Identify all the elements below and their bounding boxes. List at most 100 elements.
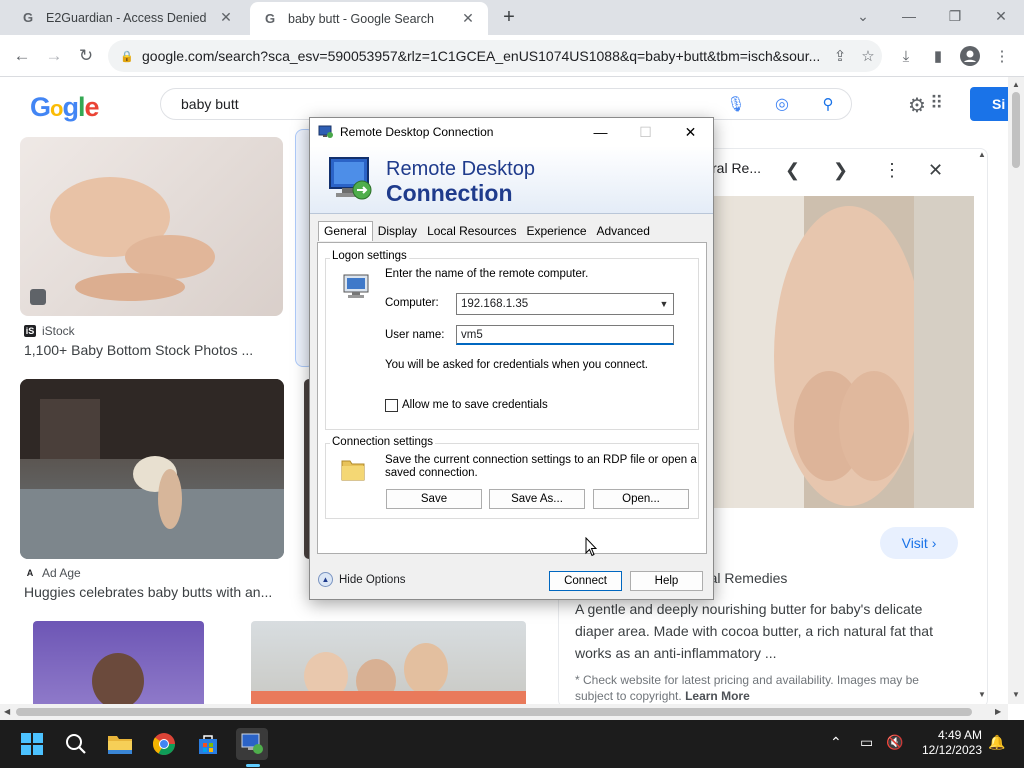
back-icon[interactable]: ← bbox=[8, 43, 36, 69]
preview-prev-icon[interactable]: ❮ bbox=[785, 160, 800, 181]
scroll-right-icon[interactable]: ▶ bbox=[995, 707, 1001, 716]
tab-experience[interactable]: Experience bbox=[521, 222, 591, 242]
search-query[interactable]: baby butt bbox=[181, 96, 713, 112]
tab-title: baby butt - Google Search bbox=[288, 11, 434, 26]
address-bar[interactable]: 🔒 google.com/search?sca_esv=590053957&rl… bbox=[108, 40, 882, 72]
result-source[interactable]: A Ad Age bbox=[24, 566, 81, 580]
volume-muted-icon[interactable]: 🔇 bbox=[886, 734, 903, 751]
learn-more-link[interactable]: Learn More bbox=[685, 689, 750, 703]
result-image-baby-bottom[interactable] bbox=[20, 137, 283, 316]
file-explorer-icon[interactable] bbox=[104, 728, 136, 760]
save-credentials-checkbox[interactable] bbox=[385, 399, 398, 412]
download-icon[interactable]: ⤓ bbox=[892, 43, 920, 69]
banner-line-1: Remote Desktop bbox=[386, 158, 535, 180]
user-name-input[interactable]: vm5 bbox=[456, 325, 674, 345]
browser-toolbar: ← → ↻ 🔒 google.com/search?sca_esv=590053… bbox=[0, 35, 1024, 77]
connect-button[interactable]: Connect bbox=[549, 571, 622, 591]
computer-label: Computer: bbox=[385, 297, 439, 309]
computer-combobox[interactable]: 192.168.1.35 ▼ bbox=[456, 293, 674, 315]
chevron-down-icon[interactable]: ▼ bbox=[655, 299, 673, 309]
dialog-titlebar[interactable]: Remote Desktop Connection — ☐ ✕ bbox=[310, 118, 713, 146]
result-caption[interactable]: 1,100+ Baby Bottom Stock Photos ... bbox=[24, 342, 253, 358]
general-tab-panel: Logon settings Enter the name of the rem… bbox=[317, 242, 707, 554]
reload-icon[interactable]: ↻ bbox=[72, 43, 100, 69]
taskbar-clock[interactable]: 4:49 AM 12/12/2023 bbox=[912, 728, 982, 758]
tab-e2guardian[interactable]: G E2Guardian - Access Denied ✕ bbox=[8, 0, 246, 35]
connection-desc-1: Save the current connection settings to … bbox=[385, 454, 697, 466]
rdp-taskbar-icon[interactable] bbox=[236, 728, 268, 760]
preview-next-icon[interactable]: ❯ bbox=[833, 160, 848, 181]
rdp-monitor-icon bbox=[329, 157, 372, 200]
dialog-tabs: General Display Local Resources Experien… bbox=[318, 221, 655, 242]
save-credentials-label[interactable]: Allow me to save credentials bbox=[402, 399, 548, 411]
search-icon[interactable]: ⚲ bbox=[805, 95, 851, 113]
result-image-baby-purple[interactable] bbox=[33, 621, 204, 704]
scroll-left-icon[interactable]: ◀ bbox=[4, 707, 10, 716]
tab-search-icon[interactable]: ⌄ bbox=[840, 0, 886, 32]
notification-bell-icon[interactable]: 🔔 bbox=[988, 734, 1005, 751]
preview-title[interactable]: ral Re... bbox=[712, 160, 761, 176]
search-box[interactable]: baby butt 🎙 ◎ ⚲ bbox=[160, 88, 852, 120]
save-button[interactable]: Save bbox=[386, 489, 482, 509]
taskbar-search-icon[interactable] bbox=[60, 728, 92, 760]
user-name-label: User name: bbox=[385, 329, 445, 341]
result-image-babies-pool[interactable] bbox=[251, 621, 526, 704]
lens-icon[interactable]: ◎ bbox=[759, 94, 805, 114]
tab-general[interactable]: General bbox=[318, 221, 373, 241]
scroll-up-icon[interactable]: ▲ bbox=[1012, 80, 1020, 89]
preview-more-icon[interactable]: ⋮ bbox=[883, 160, 901, 181]
vertical-scrollbar[interactable] bbox=[1008, 77, 1024, 704]
scroll-down-icon[interactable]: ▼ bbox=[1012, 690, 1020, 699]
result-caption[interactable]: Huggies celebrates baby butts with an... bbox=[24, 584, 272, 600]
visit-button[interactable]: Visit › bbox=[880, 527, 958, 559]
active-app-indicator bbox=[246, 764, 260, 767]
vertical-scroll-thumb[interactable] bbox=[1012, 92, 1020, 168]
tab-advanced[interactable]: Advanced bbox=[592, 222, 655, 242]
minimize-icon[interactable]: — bbox=[886, 0, 932, 32]
close-window-icon[interactable]: ✕ bbox=[978, 0, 1024, 32]
tab-local-resources[interactable]: Local Resources bbox=[422, 222, 521, 242]
start-button[interactable] bbox=[16, 728, 48, 760]
result-image-huggies[interactable] bbox=[20, 379, 284, 559]
save-as-button[interactable]: Save As... bbox=[489, 489, 585, 509]
settings-gear-icon[interactable]: ⚙ bbox=[908, 93, 926, 118]
open-button[interactable]: Open... bbox=[593, 489, 689, 509]
rdp-banner: Remote Desktop Connection bbox=[310, 146, 713, 214]
microphone-icon[interactable]: 🎙 bbox=[713, 95, 759, 113]
restore-icon[interactable]: ❐ bbox=[932, 0, 978, 32]
show-hidden-icons-chevron-icon[interactable]: ⌃ bbox=[830, 734, 842, 751]
tab-display[interactable]: Display bbox=[373, 222, 422, 242]
connection-desc-2: saved connection. bbox=[385, 467, 478, 479]
dialog-minimize-icon[interactable]: — bbox=[578, 124, 623, 140]
folder-icon bbox=[341, 460, 365, 481]
forward-icon[interactable]: → bbox=[40, 43, 68, 69]
chrome-taskbar-icon[interactable] bbox=[148, 728, 180, 760]
hide-options-toggle[interactable]: ▲ Hide Options bbox=[318, 572, 405, 587]
istock-favicon-icon: iS bbox=[24, 325, 36, 337]
store-taskbar-icon[interactable] bbox=[192, 728, 224, 760]
share-icon[interactable]: ⇪ bbox=[826, 47, 854, 65]
google-apps-icon[interactable]: ⠿ bbox=[930, 93, 943, 114]
horizontal-scroll-thumb[interactable] bbox=[16, 708, 972, 716]
credentials-note: You will be asked for credentials when y… bbox=[385, 359, 648, 371]
side-panel-icon[interactable]: ▮ bbox=[924, 43, 952, 69]
help-button[interactable]: Help bbox=[630, 571, 703, 591]
result-source[interactable]: iS iStock bbox=[24, 324, 75, 338]
bookmark-star-icon[interactable]: ☆ bbox=[854, 47, 882, 65]
lock-icon: 🔒 bbox=[120, 50, 134, 63]
dialog-close-icon[interactable]: ✕ bbox=[668, 124, 713, 141]
network-icon[interactable]: ▭ bbox=[860, 734, 873, 751]
chrome-menu-icon[interactable]: ⋮ bbox=[988, 43, 1016, 69]
preview-scroll-up-icon[interactable]: ▲ bbox=[978, 150, 986, 159]
tab-close-icon[interactable]: ✕ bbox=[460, 10, 476, 27]
preview-image[interactable] bbox=[714, 196, 974, 508]
tab-strip: G E2Guardian - Access Denied ✕ G baby bu… bbox=[0, 0, 1024, 35]
tab-close-icon[interactable]: ✕ bbox=[218, 9, 234, 26]
new-tab-button[interactable]: + bbox=[498, 6, 520, 28]
profile-avatar-icon[interactable] bbox=[956, 43, 984, 69]
tab-google-search[interactable]: G baby butt - Google Search ✕ bbox=[250, 2, 488, 35]
preview-scroll-down-icon[interactable]: ▼ bbox=[978, 690, 986, 699]
google-logo[interactable]: Gogle bbox=[30, 92, 100, 123]
preview-close-icon[interactable]: ✕ bbox=[928, 160, 943, 181]
user-name-value: vm5 bbox=[461, 328, 483, 341]
